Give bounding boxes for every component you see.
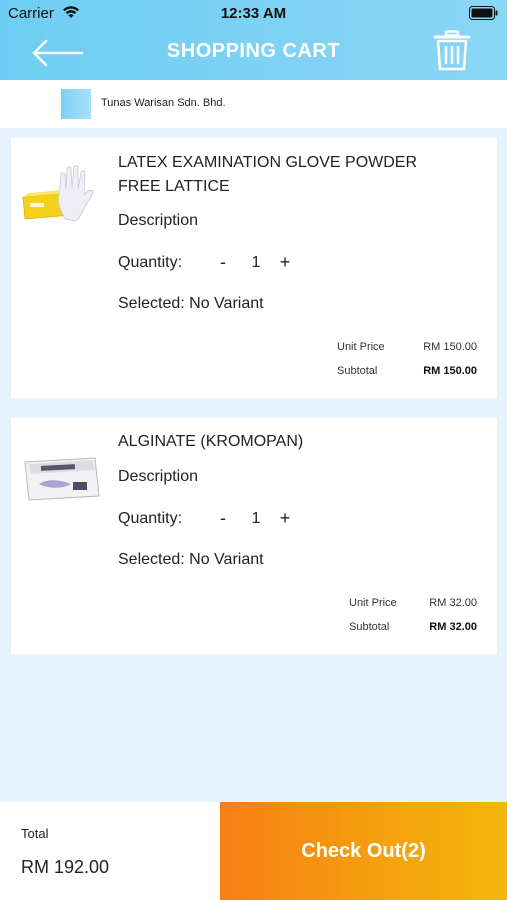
price-summary: Unit Price RM 150.00 Subtotal RM 150.00: [337, 341, 477, 389]
total-value: RM 192.00: [21, 857, 110, 877]
store-name: Tunas Warisan Sdn. Bhd.: [101, 97, 226, 109]
unit-price-label: Unit Price: [337, 341, 385, 353]
product-description: Description: [118, 468, 199, 485]
subtotal-row: Subtotal RM 150.00: [337, 365, 477, 389]
price-summary: Unit Price RM 32.00 Subtotal RM 32.00: [349, 597, 477, 645]
quantity-value: 1: [251, 510, 261, 527]
decrease-quantity-button[interactable]: -: [212, 508, 234, 534]
unit-price-label: Unit Price: [349, 597, 397, 609]
unit-price-row: Unit Price RM 150.00: [337, 341, 477, 365]
app-header: Carrier 12:33 AM SHOPPING CART: [0, 0, 507, 80]
selected-variant: Selected: No Variant: [118, 295, 264, 312]
subtotal-value: RM 32.00: [429, 621, 477, 633]
product-name[interactable]: LATEX EXAMINATION GLOVE POWDER FREE LATT…: [118, 151, 437, 199]
subtotal-value: RM 150.00: [423, 365, 477, 377]
product-image-glove: [21, 163, 103, 223]
increase-quantity-button[interactable]: +: [274, 508, 296, 534]
subtotal-row: Subtotal RM 32.00: [349, 621, 477, 645]
product-name[interactable]: ALGINATE (KROMOPAN): [118, 430, 437, 454]
status-bar: Carrier 12:33 AM: [0, 0, 507, 28]
selected-variant: Selected: No Variant: [118, 551, 264, 568]
quantity-value: 1: [251, 254, 261, 271]
subtotal-label: Subtotal: [349, 621, 390, 633]
unit-price-value: RM 150.00: [423, 341, 477, 353]
increase-quantity-button[interactable]: +: [274, 252, 296, 278]
product-image-alginate: [21, 448, 103, 508]
store-bar: Tunas Warisan Sdn. Bhd.: [0, 80, 507, 128]
trash-icon: [433, 30, 471, 71]
checkout-bar: Total RM 192.00 Check Out(2): [0, 802, 507, 900]
quantity-label: Quantity:: [118, 510, 183, 527]
total-summary: Total RM 192.00: [0, 802, 220, 900]
quantity-label: Quantity:: [118, 254, 183, 271]
clear-cart-button[interactable]: [433, 30, 471, 72]
page-title: SHOPPING CART: [166, 40, 341, 62]
store-logo: [61, 89, 91, 119]
status-time: 12:33 AM: [220, 5, 287, 22]
unit-price-row: Unit Price RM 32.00: [349, 597, 477, 621]
unit-price-value: RM 32.00: [429, 597, 477, 609]
battery-icon: [469, 6, 499, 21]
subtotal-label: Subtotal: [337, 365, 378, 377]
checkout-button[interactable]: Check Out(2): [220, 802, 507, 900]
product-description: Description: [118, 212, 199, 229]
total-label: Total: [21, 826, 49, 841]
decrease-quantity-button[interactable]: -: [212, 252, 234, 278]
cart-item-card: LATEX EXAMINATION GLOVE POWDER FREE LATT…: [11, 138, 497, 398]
cart-item-card: ALGINATE (KROMOPAN) Description Quantity…: [11, 418, 497, 654]
